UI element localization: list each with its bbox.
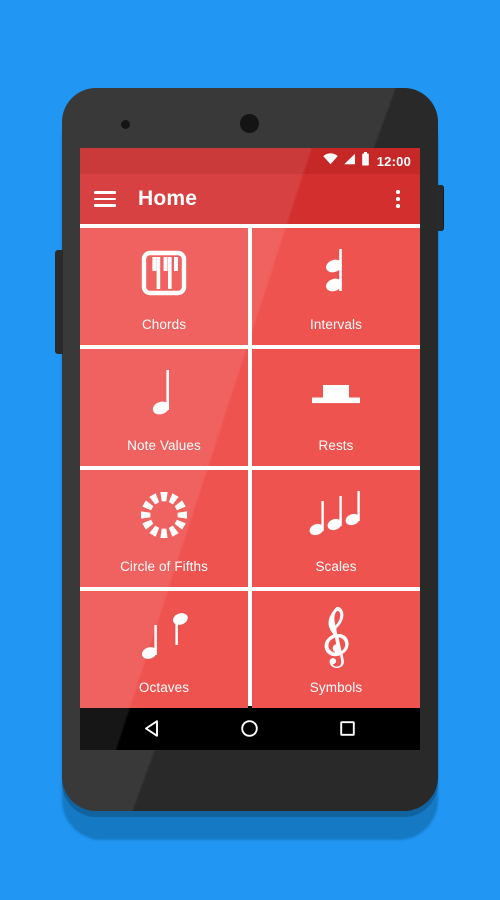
page-title: Home xyxy=(138,187,198,210)
tile-symbols[interactable]: Symbols xyxy=(252,591,420,708)
octave-notes-icon xyxy=(80,591,248,680)
tile-intervals[interactable]: Intervals xyxy=(252,228,420,345)
front-camera-icon xyxy=(240,114,259,133)
app-bar: Home xyxy=(80,174,420,224)
treble-clef-icon xyxy=(252,591,420,680)
tile-label: Symbols xyxy=(309,680,363,695)
quarter-note-icon xyxy=(80,349,248,438)
proximity-sensor-icon xyxy=(121,120,130,129)
battery-icon xyxy=(361,151,370,171)
status-bar-clock: 12:00 xyxy=(376,153,411,169)
three-notes-icon xyxy=(252,470,420,559)
nav-back-button[interactable] xyxy=(136,711,170,745)
tile-label: Chords xyxy=(141,317,187,332)
wifi-icon xyxy=(323,152,338,170)
overflow-menu-icon[interactable] xyxy=(388,189,408,209)
tile-octaves[interactable]: Octaves xyxy=(80,591,248,708)
tile-rests[interactable]: Rests xyxy=(252,349,420,466)
tile-scales[interactable]: Scales xyxy=(252,470,420,587)
phone-screen: 12:00 Home Chords Intervals Note Values … xyxy=(80,148,420,750)
tile-label: Scales xyxy=(315,559,357,574)
tile-label: Octaves xyxy=(138,680,190,695)
interval-notes-icon xyxy=(252,228,420,317)
circle-of-fifths-icon xyxy=(80,470,248,559)
status-bar: 12:00 xyxy=(80,148,420,174)
tile-chords[interactable]: Chords xyxy=(80,228,248,345)
cellular-signal-icon xyxy=(343,152,356,170)
tile-note-values[interactable]: Note Values xyxy=(80,349,248,466)
tile-label: Note Values xyxy=(127,438,201,453)
volume-button[interactable] xyxy=(55,250,63,354)
tile-label: Circle of Fifths xyxy=(120,559,208,574)
hamburger-menu-icon[interactable] xyxy=(94,191,116,207)
tile-circle-of-fifths[interactable]: Circle of Fifths xyxy=(80,470,248,587)
nav-recents-button[interactable] xyxy=(330,711,364,745)
tile-label: Intervals xyxy=(310,317,362,332)
home-tile-grid: Chords Intervals Note Values Rests Circl… xyxy=(80,224,420,708)
tile-label: Rests xyxy=(318,438,354,453)
whole-rest-icon xyxy=(252,349,420,438)
nav-home-button[interactable] xyxy=(233,711,267,745)
android-navigation-bar xyxy=(80,706,420,750)
piano-keys-icon xyxy=(80,228,248,317)
power-button[interactable] xyxy=(436,185,444,231)
